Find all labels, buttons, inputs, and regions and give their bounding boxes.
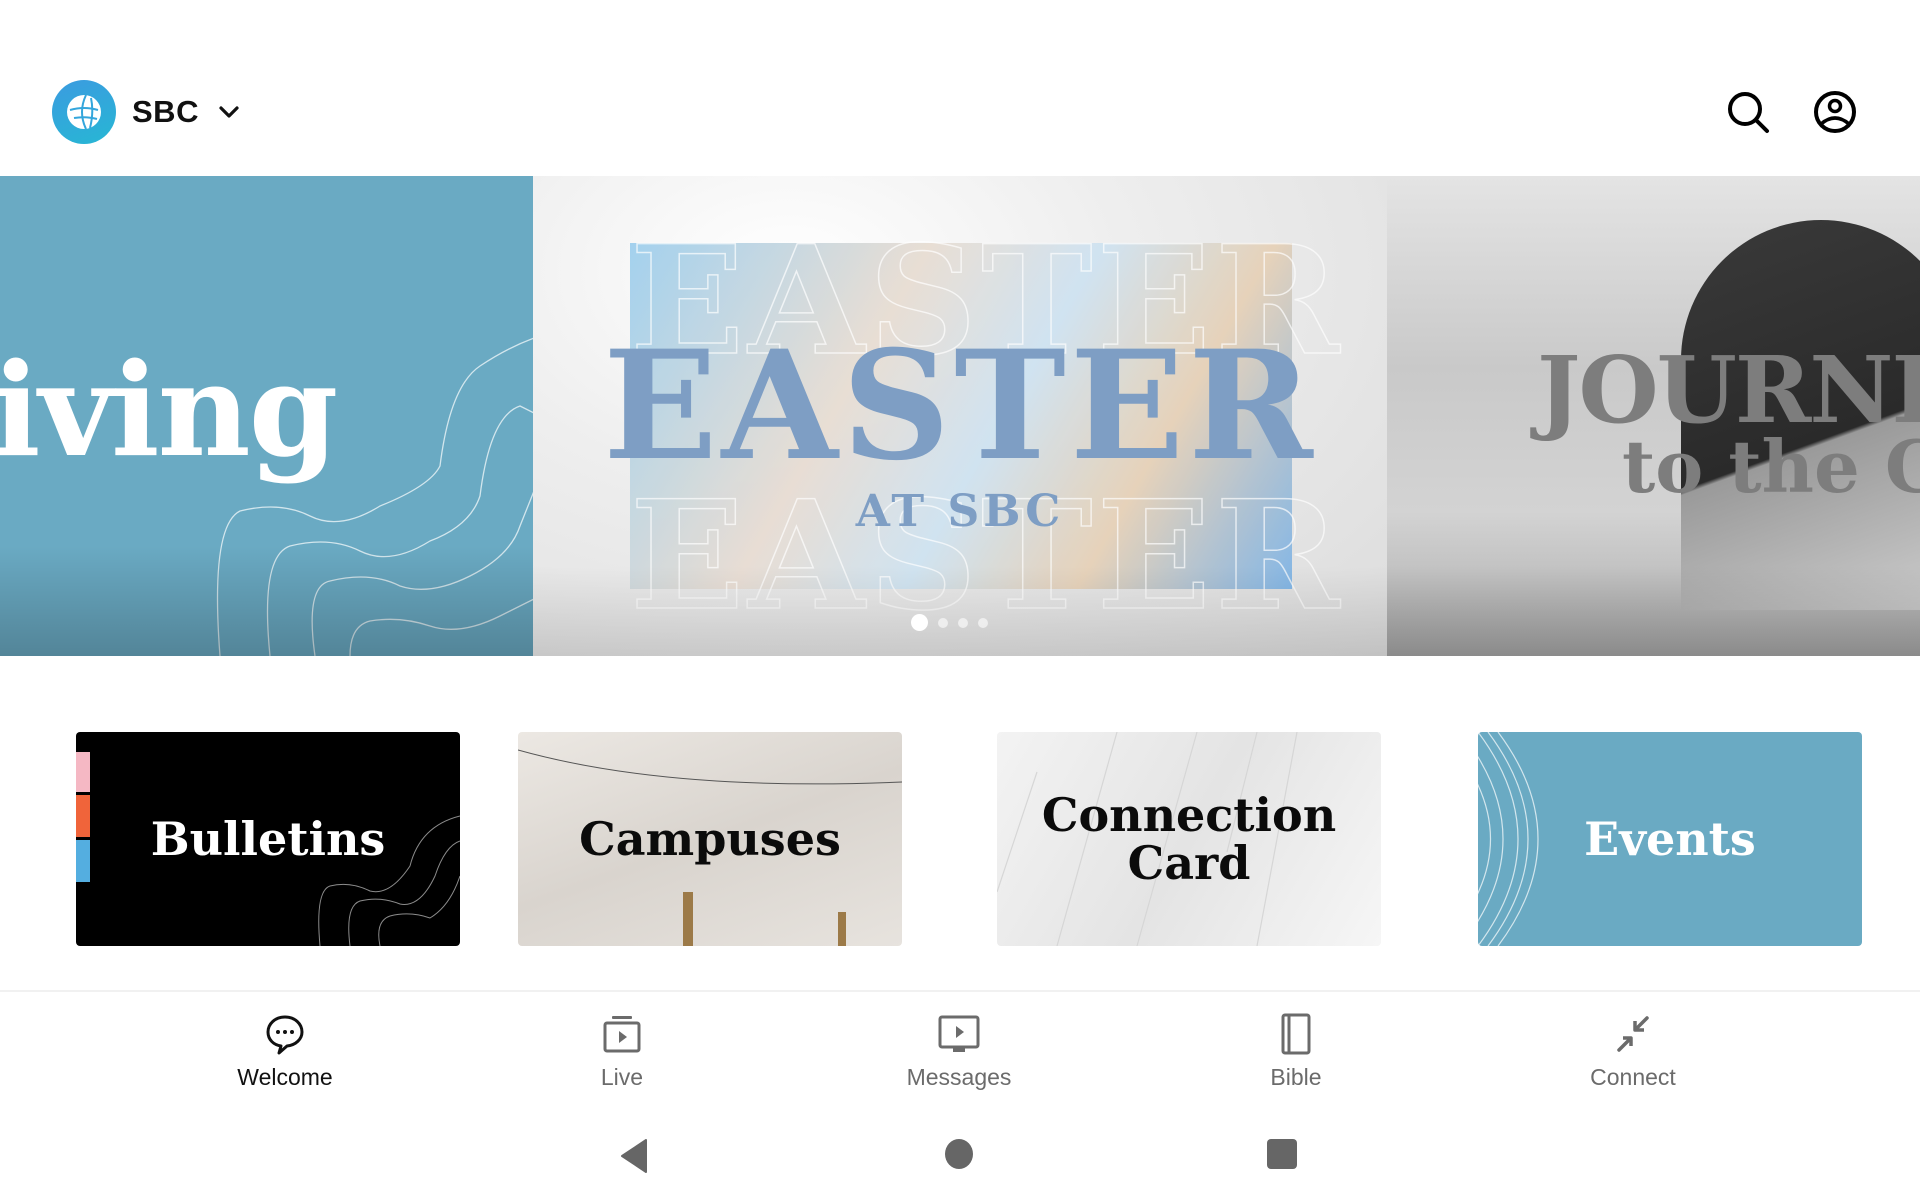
quick-links: Bulletins Campuses Connection Card Event… <box>0 732 1920 946</box>
tile-label: Campuses <box>579 811 841 866</box>
church-name: SBC <box>132 94 199 129</box>
nav-item-connect[interactable]: Connect <box>1533 1012 1733 1091</box>
chevron-down-icon <box>219 106 239 118</box>
pink-stripe <box>76 752 90 792</box>
video-screen-icon <box>938 1015 980 1052</box>
nav-label: Messages <box>906 1064 1012 1090</box>
slide-shade <box>1387 566 1920 656</box>
connect-arrows-icon <box>1617 1016 1649 1052</box>
bottom-navigation: Welcome Live Messages Bible Connect <box>0 990 1920 1102</box>
slide-title: EASTER <box>603 318 1317 494</box>
book-icon <box>1281 1013 1311 1055</box>
nav-label: Live <box>600 1064 644 1090</box>
tile-label: Connection Card <box>1041 787 1337 890</box>
nav-item-live[interactable]: Live <box>522 1012 722 1091</box>
carousel-dot[interactable] <box>978 617 988 628</box>
slide-subtitle: to the CR <box>1622 424 1920 509</box>
tile-label: Bulletins <box>150 811 386 866</box>
featured-carousel[interactable]: iving EASTER EASTER EASTER AT SBC JOURNE… <box>0 176 1920 656</box>
blue-stripe <box>76 840 90 882</box>
home-icon[interactable] <box>944 1138 974 1170</box>
carousel-dot[interactable] <box>958 617 968 628</box>
tile-bulletins[interactable]: Bulletins <box>76 732 460 946</box>
tile-campuses[interactable]: Campuses <box>518 732 902 946</box>
carousel-slide-giving[interactable]: iving <box>0 176 533 656</box>
recents-icon[interactable] <box>1266 1138 1298 1170</box>
slide-subtitle: AT SBC <box>855 486 1065 537</box>
back-icon[interactable] <box>618 1138 650 1174</box>
tile-events[interactable]: Events <box>1478 732 1862 946</box>
search-icon[interactable] <box>1724 88 1772 136</box>
nav-item-bible[interactable]: Bible <box>1196 1012 1396 1091</box>
church-selector[interactable]: SBC <box>52 80 241 144</box>
globe-icon <box>52 80 116 144</box>
carousel-dot[interactable] <box>938 617 948 628</box>
tile-label: Events <box>1584 811 1756 866</box>
carousel-slide-easter[interactable]: EASTER EASTER EASTER AT SBC <box>533 176 1387 656</box>
account-circle-icon[interactable] <box>1811 88 1859 136</box>
carousel-dot[interactable] <box>911 614 928 631</box>
carousel-slide-journey[interactable]: JOURNEY to the CR <box>1387 176 1920 656</box>
orange-stripe <box>76 795 90 837</box>
nav-label: Connect <box>1590 1064 1676 1090</box>
live-tv-icon <box>603 1016 641 1053</box>
carousel-page-indicator <box>911 614 988 631</box>
slide-shade <box>0 546 533 656</box>
nav-item-welcome[interactable]: Welcome <box>185 1012 385 1091</box>
nav-label: Bible <box>1270 1064 1322 1090</box>
nav-label: Welcome <box>237 1064 333 1090</box>
app-header: SBC <box>0 0 1920 176</box>
system-navigation-bar <box>0 1110 1920 1200</box>
chat-bubble-icon <box>266 1015 304 1055</box>
arc-lines-decoration <box>1478 732 1539 946</box>
nav-item-messages[interactable]: Messages <box>859 1012 1059 1091</box>
slide-shade <box>533 566 1387 656</box>
tile-connection-card[interactable]: Connection Card <box>997 732 1381 946</box>
